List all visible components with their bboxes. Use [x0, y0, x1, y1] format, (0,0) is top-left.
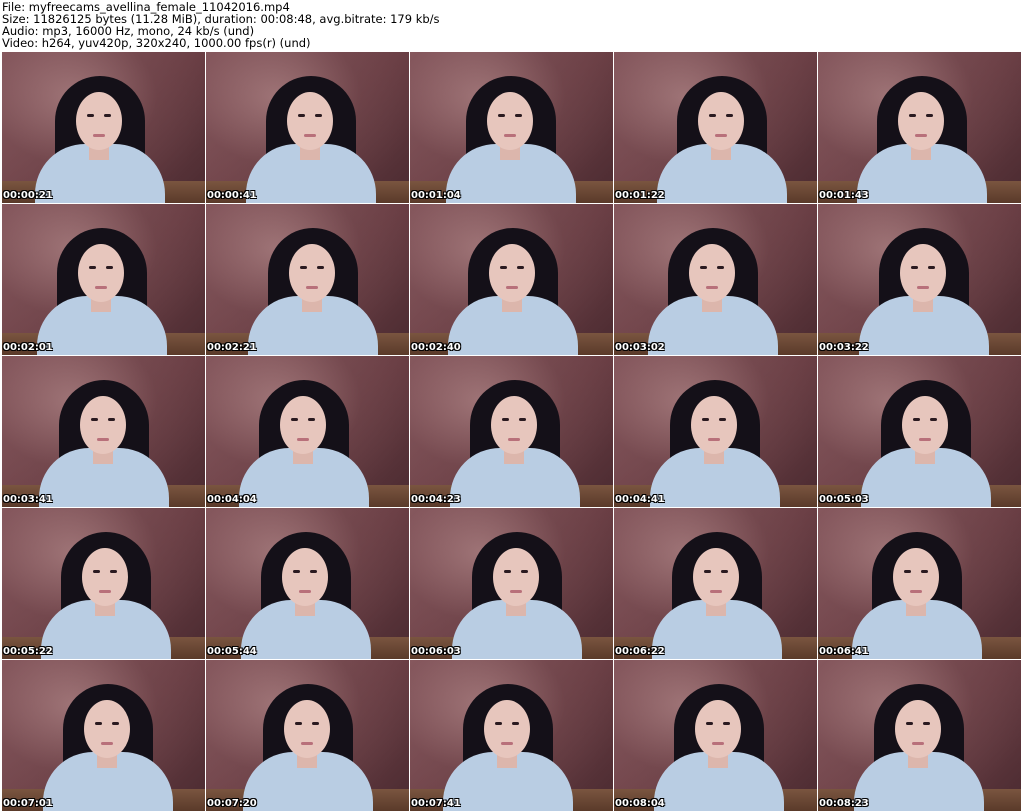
thumbnail-timestamp: 00:02:01	[3, 342, 53, 353]
thumbnail-timestamp: 00:02:21	[207, 342, 257, 353]
thumbnail-timestamp: 00:05:22	[3, 646, 53, 657]
video-thumbnail: 00:06:03	[410, 508, 613, 659]
thumbnail-timestamp: 00:06:03	[411, 646, 461, 657]
thumbnail-grid: 00:00:21 00:00:41 00:01:04 00:01:22 00:01:43…	[0, 52, 1024, 811]
video-thumbnail: 00:06:22	[614, 508, 817, 659]
thumbnail-timestamp: 00:06:22	[615, 646, 665, 657]
video-thumbnail: 00:00:21	[2, 52, 205, 203]
video-thumbnail: 00:00:41	[206, 52, 409, 203]
thumbnail-timestamp: 00:01:43	[819, 190, 869, 201]
video-thumbnail: 00:01:04	[410, 52, 613, 203]
video-thumbnail: 00:07:20	[206, 660, 409, 811]
video-thumbnail: 00:04:23	[410, 356, 613, 507]
thumbnail-timestamp: 00:01:22	[615, 190, 665, 201]
video-thumbnail: 00:05:22	[2, 508, 205, 659]
thumbnail-timestamp: 00:03:02	[615, 342, 665, 353]
thumbnail-timestamp: 00:06:41	[819, 646, 869, 657]
thumbnail-timestamp: 00:08:23	[819, 798, 869, 809]
video-thumbnail: 00:02:40	[410, 204, 613, 355]
thumbnail-timestamp: 00:02:40	[411, 342, 461, 353]
thumbnail-timestamp: 00:07:41	[411, 798, 461, 809]
video-thumbnail: 00:07:41	[410, 660, 613, 811]
video-thumbnail: 00:06:41	[818, 508, 1021, 659]
thumbnail-timestamp: 00:04:23	[411, 494, 461, 505]
video-thumbnail: 00:03:02	[614, 204, 817, 355]
video-thumbnail: 00:07:01	[2, 660, 205, 811]
video-thumbnail: 00:02:21	[206, 204, 409, 355]
video-thumbnail: 00:03:41	[2, 356, 205, 507]
thumbnail-timestamp: 00:00:21	[3, 190, 53, 201]
video-thumbnail: 00:08:04	[614, 660, 817, 811]
video-thumbnail: 00:03:22	[818, 204, 1021, 355]
video-thumbnail: 00:05:03	[818, 356, 1021, 507]
video-line: Video: h264, yuv420p, 320x240, 1000.00 f…	[2, 36, 311, 50]
thumbnail-timestamp: 00:03:41	[3, 494, 53, 505]
video-thumbnail: 00:04:41	[614, 356, 817, 507]
thumbnail-timestamp: 00:05:44	[207, 646, 257, 657]
thumbnail-timestamp: 00:00:41	[207, 190, 257, 201]
thumbnail-timestamp: 00:07:01	[3, 798, 53, 809]
thumbnail-timestamp: 00:05:03	[819, 494, 869, 505]
thumbnail-timestamp: 00:01:04	[411, 190, 461, 201]
video-thumbnail: 00:08:23	[818, 660, 1021, 811]
thumbnail-timestamp: 00:07:20	[207, 798, 257, 809]
file-info-header: File: myfreecams_avellina_female_1104201…	[0, 0, 1024, 52]
thumbnail-timestamp: 00:04:41	[615, 494, 665, 505]
thumbnail-timestamp: 00:08:04	[615, 798, 665, 809]
video-thumbnail: 00:01:43	[818, 52, 1021, 203]
video-thumbnail: 00:02:01	[2, 204, 205, 355]
video-thumbnail: 00:04:04	[206, 356, 409, 507]
video-thumbnail: 00:01:22	[614, 52, 817, 203]
thumbnail-timestamp: 00:03:22	[819, 342, 869, 353]
video-thumbnail: 00:05:44	[206, 508, 409, 659]
thumbnail-timestamp: 00:04:04	[207, 494, 257, 505]
